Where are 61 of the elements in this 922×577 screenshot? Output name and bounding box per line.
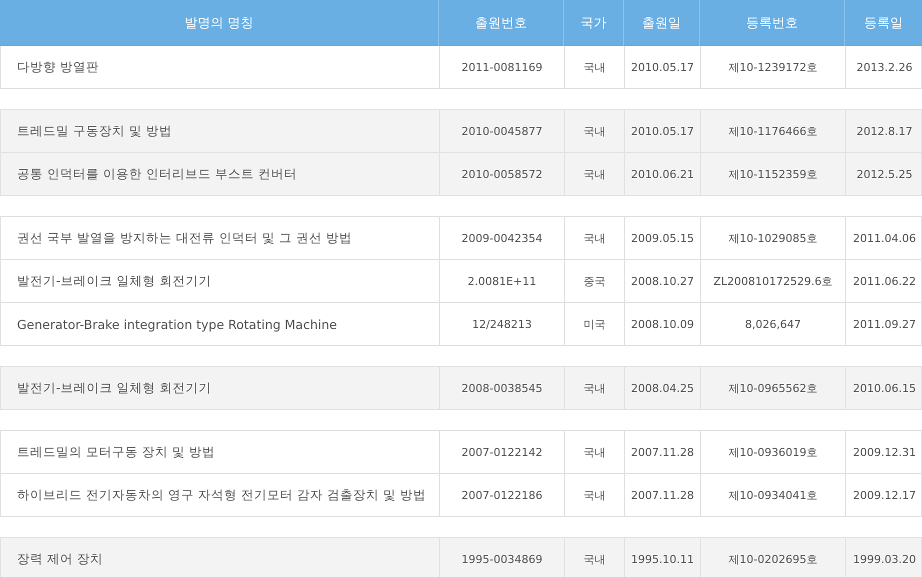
table-cell: 국내	[584, 166, 606, 182]
table-cell: 2010.05.17	[631, 60, 694, 74]
table-cell: 2012.5.25	[856, 168, 912, 180]
table-cell: 2011.09.27	[853, 318, 916, 330]
table-cell: Generator-Brake integration type Rotating Machine	[17, 316, 337, 332]
table-cell: 2010.06.21	[631, 168, 694, 180]
table-cell: 제10-1176466호	[728, 124, 818, 138]
table-cell: 1995-0034869	[462, 552, 542, 566]
table-cell: 제10-1029085호	[728, 230, 818, 246]
table-cell: 2009.05.15	[631, 232, 694, 244]
table-cell: 제10-0965562호	[728, 380, 818, 396]
table-cell: 2010-0045877	[462, 124, 542, 138]
table-cell: 2010.05.17	[631, 124, 694, 138]
column-header: 등록일	[863, 15, 904, 33]
table-cell: 2011.06.22	[853, 274, 916, 288]
table-cell: 2007-0122142	[462, 446, 542, 458]
table-cell: 발전기-브레이크 일체형 회전기기	[17, 272, 212, 290]
table-cell: 2009.12.31	[853, 446, 916, 458]
table-cell: 중국	[584, 274, 606, 288]
table-cell: 권선 국부 발열을 방지하는 대전류 인덕터 및 그 권선 방법	[17, 230, 352, 246]
table-cell: 미국	[584, 316, 606, 332]
table-cell: 장력 제어 장치	[17, 550, 103, 568]
table-cell: 제10-0934041호	[728, 488, 818, 502]
table-cell: 국내	[584, 444, 606, 460]
table-cell: 국내	[584, 552, 606, 566]
table-cell: 2010.06.15	[853, 382, 916, 394]
table-cell: 트레드밀 구동장치 및 방법	[17, 122, 172, 140]
table-cell: 2012.8.17	[856, 124, 912, 138]
table-cell: 2008-0038545	[462, 382, 542, 394]
table-cell: 제10-0202695호	[728, 552, 818, 566]
table-cell: 1995.10.11	[631, 552, 694, 566]
table-cell: 국내	[584, 380, 606, 396]
table-cell: 하이브리드 전기자동차의 영구 자석형 전기모터 감자 검출장치 및 방법	[17, 486, 426, 504]
table-cell: 트레드밀의 모터구동 장치 및 방법	[17, 444, 215, 460]
table-cell: 2008.10.09	[631, 318, 694, 330]
table-cell: 1999.03.20	[853, 552, 916, 566]
table-cell: 2.0081E+11	[468, 274, 536, 288]
table-cell: 8,026,647	[745, 318, 801, 330]
table-cell: 2009.12.17	[853, 488, 916, 502]
table-cell: 2007-0122186	[462, 488, 542, 502]
table-cell: 2011-0081169	[462, 60, 542, 74]
table-cell: 2007.11.28	[631, 446, 694, 458]
table-cell: ZL200810172529.6호	[713, 274, 833, 288]
table-cell: 2008.04.25	[631, 382, 694, 394]
table-cell: 12/248213	[472, 318, 532, 330]
table-cell: 제10-1239172호	[728, 60, 818, 74]
table-cell: 제10-1152359호	[728, 166, 818, 182]
table-cell: 다방향 방열판	[17, 58, 99, 76]
table-cell: 국내	[584, 230, 606, 246]
table-cell: 공통 인덕터를 이용한 인터리브드 부스트 컨버터	[17, 166, 297, 182]
table-cell: 국내	[584, 60, 606, 74]
table-cell: 2011.04.06	[853, 232, 916, 244]
table-cell: 2008.10.27	[631, 274, 694, 288]
table-cell: 국내	[584, 124, 606, 138]
table-cell: 제10-0936019호	[728, 444, 818, 460]
table-cell: 국내	[584, 488, 606, 502]
table-cell: 2007.11.28	[631, 488, 694, 502]
table-cell: 발전기-브레이크 일체형 회전기기	[17, 380, 212, 396]
table-cell: 2013.2.26	[856, 60, 912, 74]
table-cell: 2009-0042354	[462, 232, 542, 244]
table-cell: 2010-0058572	[462, 168, 542, 180]
